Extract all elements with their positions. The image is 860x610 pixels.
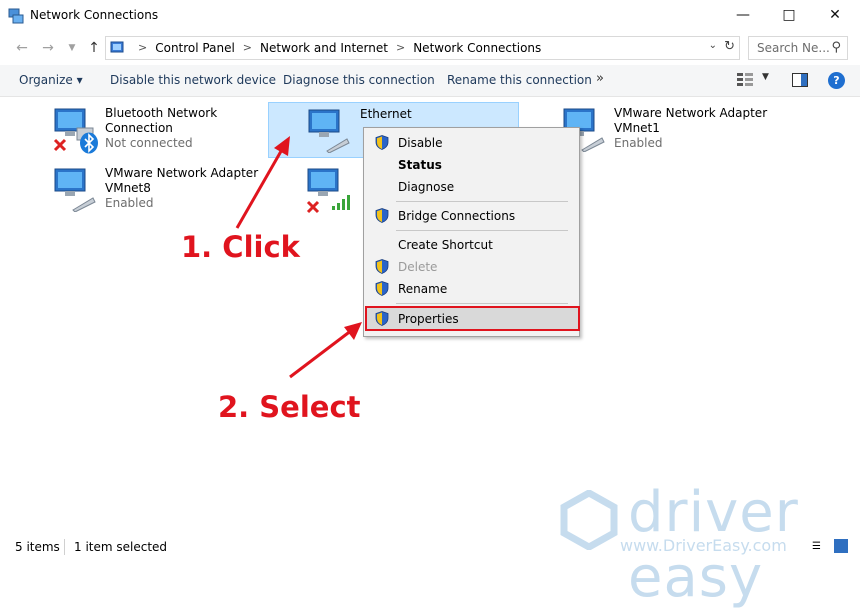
status-selected: 1 item selected bbox=[74, 540, 168, 554]
status-divider bbox=[64, 539, 65, 555]
annotation-arrows bbox=[235, 136, 362, 379]
annotation-step2: 2. Select bbox=[218, 390, 361, 424]
status-bar: 5 items 1 item selected ☰ bbox=[0, 537, 860, 559]
arrow-to-properties bbox=[289, 322, 362, 379]
status-item-count: 5 items bbox=[15, 540, 60, 554]
details-view-icon[interactable]: ☰ bbox=[812, 541, 821, 552]
annotation-step1: 1. Click bbox=[181, 230, 300, 264]
arrow-to-ethernet bbox=[235, 136, 290, 229]
large-icons-view-icon[interactable] bbox=[834, 539, 848, 553]
